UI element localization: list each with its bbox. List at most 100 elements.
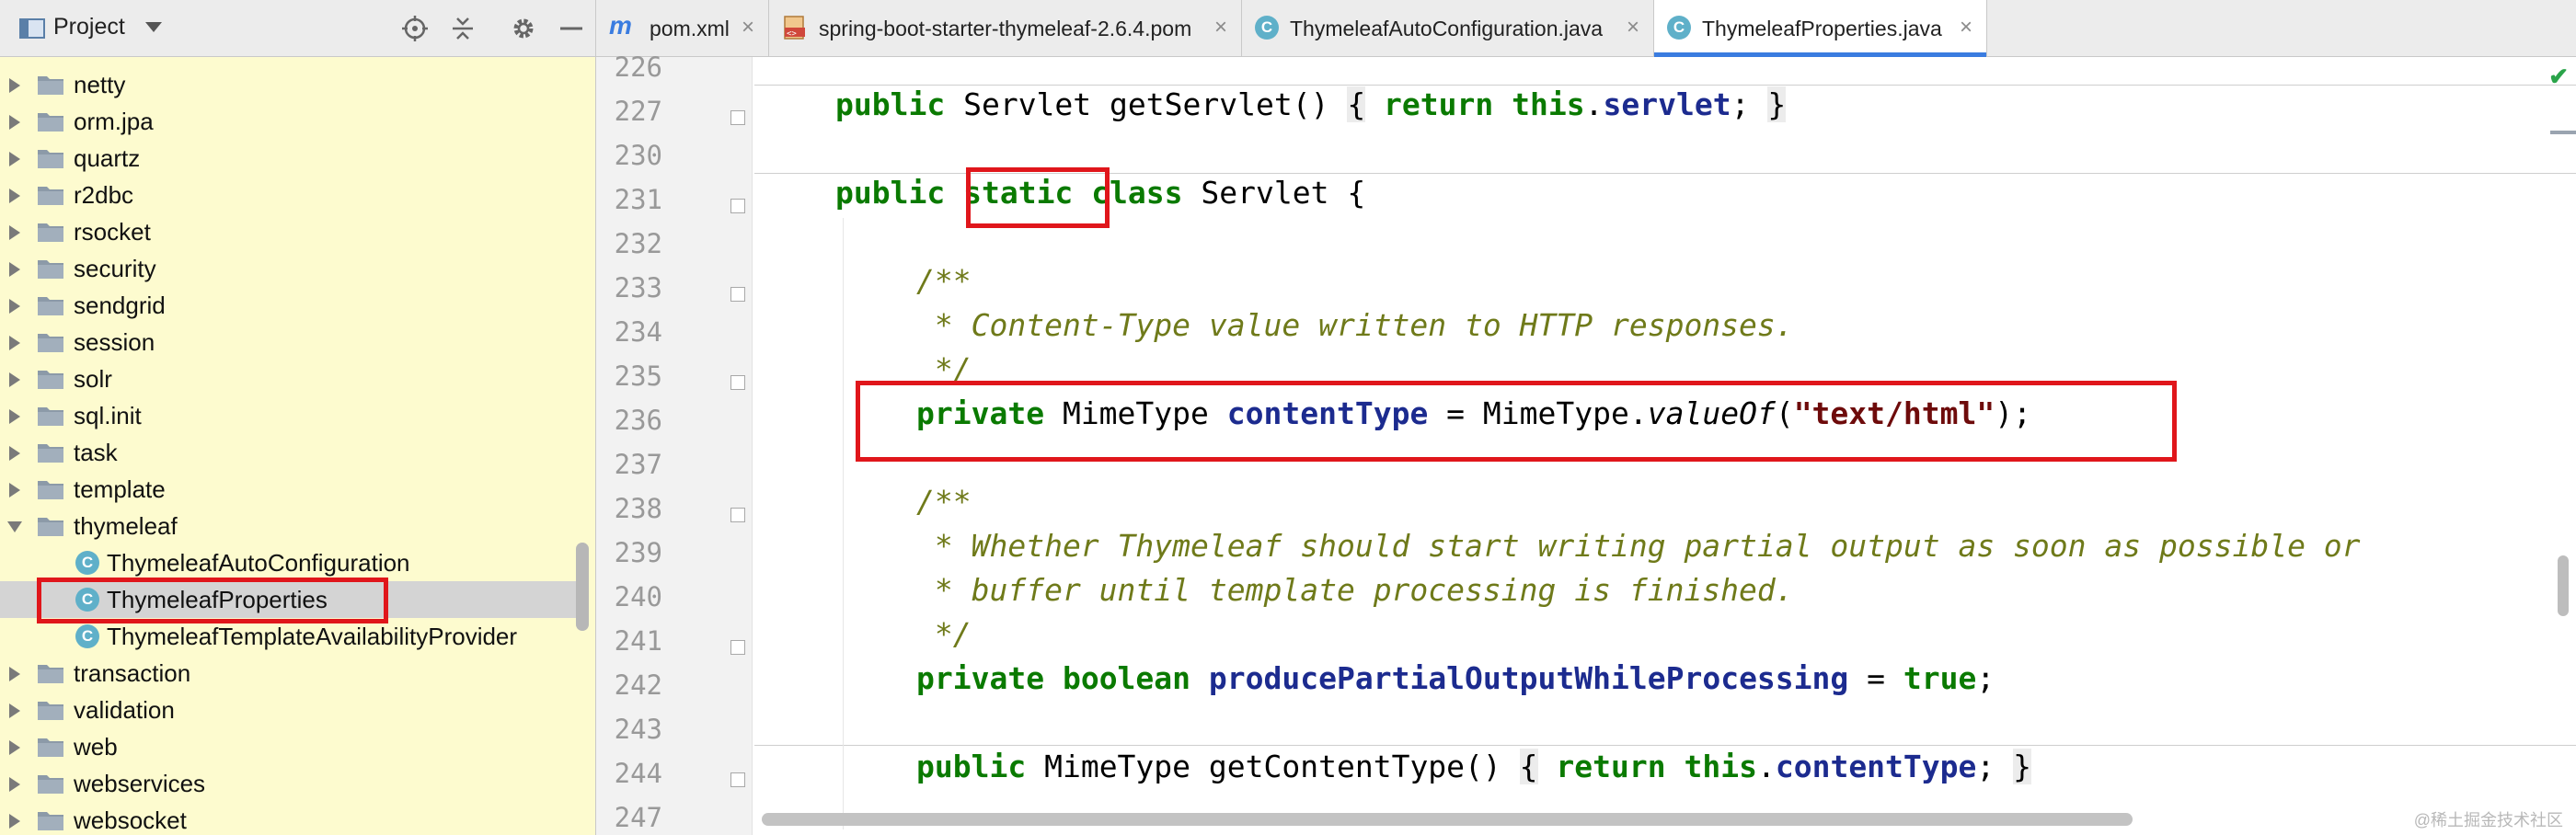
xml-file-icon: <> [784, 16, 805, 40]
close-icon[interactable]: × [1627, 15, 1639, 40]
tab-starter-pom[interactable]: <> spring-boot-starter-thymeleaf-2.6.4.p… [769, 0, 1242, 57]
code-editor[interactable]: 226 227 230 231 232 233 234 235 236 237 238 239 240 2… [596, 51, 2576, 835]
tab-label: pom.xml [650, 17, 730, 40]
chevron-right-icon[interactable] [9, 814, 20, 829]
tree-folder[interactable]: task [0, 434, 578, 471]
fold-marker-icon[interactable] [730, 772, 745, 787]
tree-folder[interactable]: r2dbc [0, 177, 578, 213]
chevron-right-icon[interactable] [9, 667, 20, 681]
tree-item-label: session [74, 328, 155, 356]
tree-item-label: quartz [74, 144, 141, 172]
project-view-icon[interactable] [18, 15, 46, 42]
fold-marker-icon[interactable] [730, 110, 745, 125]
collapse-all-icon[interactable] [449, 15, 477, 42]
chevron-down-icon[interactable] [145, 22, 162, 32]
chevron-right-icon[interactable] [9, 703, 20, 718]
class-icon: C [1255, 16, 1279, 40]
svg-text:<>: <> [787, 29, 797, 39]
tree-folder[interactable]: sql.init [0, 397, 578, 434]
fold-marker-icon[interactable] [730, 199, 745, 213]
fold-marker-icon[interactable] [730, 508, 745, 522]
code-token: return [1537, 749, 1685, 784]
tree-folder[interactable]: session [0, 324, 578, 360]
code-token: MimeType getContentType() [1026, 749, 1520, 784]
tree-file[interactable]: C ThymeleafAutoConfiguration [0, 544, 578, 581]
chevron-right-icon[interactable] [9, 299, 20, 314]
tree-folder[interactable]: sendgrid [0, 287, 578, 324]
close-icon[interactable]: × [1960, 15, 1972, 40]
chevron-right-icon[interactable] [9, 78, 20, 93]
tree-item-label: sendgrid [74, 292, 166, 319]
chevron-right-icon[interactable] [9, 372, 20, 387]
chevron-right-icon[interactable] [9, 740, 20, 755]
tree-folder[interactable]: web [0, 728, 578, 765]
horizontal-scrollbar[interactable] [762, 813, 2133, 826]
folder-icon [38, 76, 63, 95]
tree-folder[interactable]: netty [0, 66, 578, 103]
code-line-238[interactable]: /** [916, 484, 972, 520]
tab-thymeleaf-auto-configuration[interactable]: C ThymeleafAutoConfiguration.java × [1242, 0, 1654, 57]
code-line-244[interactable]: public MimeType getContentType() { retur… [916, 749, 2032, 784]
folder-icon [38, 260, 63, 279]
fold-marker-icon[interactable] [730, 640, 745, 655]
project-panel: Project netty orm.jpa quartz r2dbc rsocket se… [0, 0, 596, 835]
tree-scrollbar[interactable] [576, 543, 589, 631]
tree-item-label: solr [74, 365, 112, 393]
chevron-right-icon[interactable] [9, 115, 20, 130]
close-icon[interactable]: × [742, 15, 754, 40]
tree-folder[interactable]: transaction [0, 655, 578, 692]
chevron-right-icon[interactable] [9, 409, 20, 424]
tree-folder[interactable]: template [0, 471, 578, 508]
chevron-right-icon[interactable] [9, 262, 20, 277]
line-number: 244 [614, 758, 662, 789]
code-line-239[interactable]: * Whether Thymeleaf should start writing… [916, 528, 2361, 564]
code-token: public [916, 749, 1027, 784]
folder-icon [38, 407, 63, 426]
chevron-right-icon[interactable] [9, 189, 20, 203]
project-panel-title[interactable]: Project [53, 14, 125, 40]
chevron-right-icon[interactable] [9, 483, 20, 498]
code-line-227[interactable]: public Servlet getServlet() { return thi… [835, 86, 1787, 122]
close-icon[interactable]: × [1214, 15, 1227, 40]
tree-folder[interactable]: validation [0, 692, 578, 728]
locate-file-icon[interactable] [401, 15, 429, 42]
code-token: . [1584, 86, 1604, 122]
folder-icon [38, 150, 63, 168]
code-line-240[interactable]: * buffer until template processing is fi… [916, 572, 1794, 608]
tree-folder[interactable]: quartz [0, 140, 578, 177]
tree-item-label: template [74, 475, 166, 503]
code-line-233[interactable]: /** [916, 263, 972, 299]
fold-marker-icon[interactable] [730, 287, 745, 302]
error-stripe-marker[interactable] [2550, 131, 2576, 134]
chevron-right-icon[interactable] [9, 225, 20, 240]
folder-icon [38, 444, 63, 463]
chevron-right-icon[interactable] [9, 152, 20, 166]
code-line-241[interactable]: */ [916, 616, 972, 652]
chevron-down-icon[interactable] [7, 521, 22, 532]
fold-marker-icon[interactable] [730, 375, 745, 390]
line-number: 235 [614, 360, 662, 392]
tree-folder[interactable]: security [0, 250, 578, 287]
tree-item-label: transaction [74, 659, 191, 687]
project-panel-header: Project [0, 0, 595, 57]
highlight-box-content-type [856, 381, 2177, 462]
tree-folder[interactable]: rsocket [0, 213, 578, 250]
tree-folder[interactable]: thymeleaf [0, 508, 578, 544]
tree-folder[interactable]: websocket [0, 802, 578, 835]
tree-file[interactable]: C ThymeleafTemplateAvailabilityProvider [0, 618, 578, 655]
tree-item-label: thymeleaf [74, 512, 178, 540]
tree-folder[interactable]: solr [0, 360, 578, 397]
gear-icon[interactable] [510, 15, 537, 42]
code-line-234[interactable]: * Content-Type value written to HTTP res… [916, 307, 1794, 343]
chevron-right-icon[interactable] [9, 777, 20, 792]
vertical-scrollbar[interactable] [2558, 555, 2569, 616]
chevron-right-icon[interactable] [9, 446, 20, 461]
line-number-gutter: 226 227 230 231 232 233 234 235 236 237 238 239 240 2… [596, 51, 753, 835]
tree-folder[interactable]: orm.jpa [0, 103, 578, 140]
tab-thymeleaf-properties[interactable]: C ThymeleafProperties.java × [1654, 0, 1987, 57]
tab-pom-xml[interactable]: m pom.xml × [596, 0, 769, 57]
chevron-right-icon[interactable] [9, 336, 20, 350]
code-line-242[interactable]: private boolean producePartialOutputWhil… [916, 660, 1995, 696]
minimize-icon[interactable] [558, 15, 585, 42]
tree-folder[interactable]: webservices [0, 765, 578, 802]
